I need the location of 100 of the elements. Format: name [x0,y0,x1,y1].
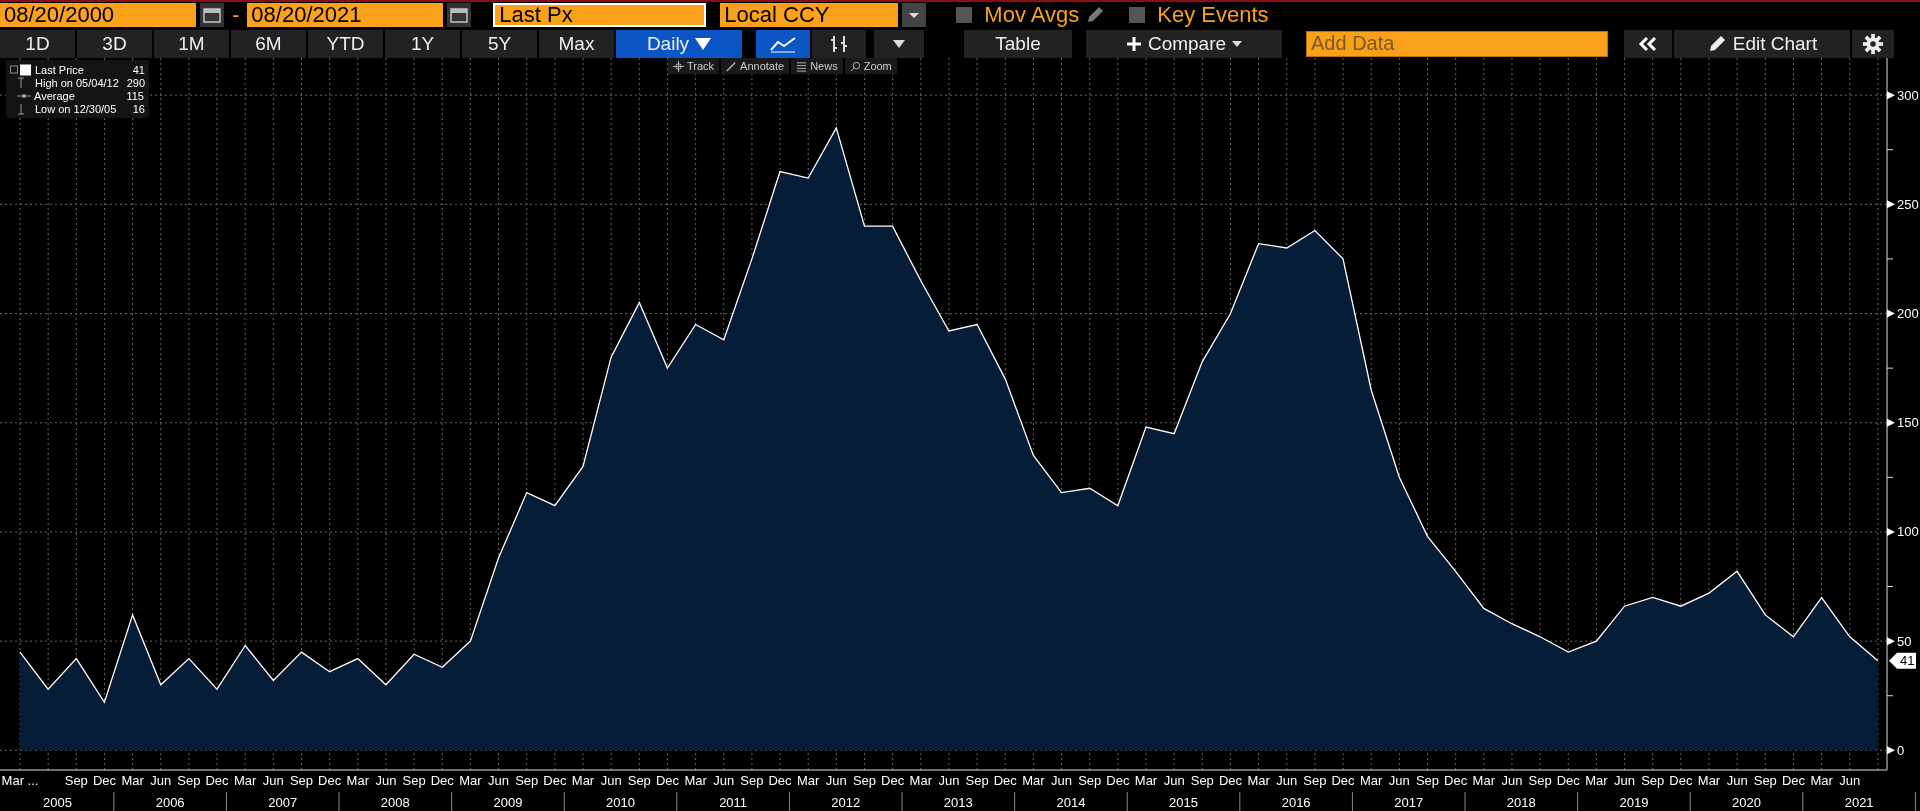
axis-label: Mar [1247,773,1270,788]
add-data-field[interactable]: Add Data [1306,30,1608,57]
axis-label: 2020 [1732,795,1761,810]
axis-label: 100 [1887,524,1919,540]
axis-label: Mar [121,773,144,788]
axis-label: 2019 [1619,795,1649,810]
axis-label: Dec [881,773,905,788]
period-button[interactable]: YTD [308,29,383,58]
axis-label: Jun [375,773,397,788]
y-tick-label: 50 [1897,633,1912,649]
axis-label: 2006 [155,795,185,810]
axis-label: Jun [1051,773,1073,788]
period-button[interactable]: 1D [0,29,75,58]
checkbox[interactable] [1129,7,1146,23]
axis-label: Mar [571,773,595,788]
axis-label: Mar [1810,773,1833,788]
axis-label: Jun [488,773,510,788]
settings-button[interactable] [1852,29,1894,58]
axis-label: 2015 [1169,795,1198,810]
calendar-icon[interactable] [200,3,224,27]
period-button[interactable]: 6M [231,29,306,58]
pencil-icon[interactable] [1085,5,1106,25]
chart-tool-button[interactable]: News [791,58,843,74]
axis-label: 2008 [380,795,410,810]
date-separator: - [232,2,240,28]
frequency-dropdown[interactable]: Daily [616,29,742,58]
axis-label: 50 [1887,633,1912,649]
axis-label: 2013 [943,795,973,810]
axis-label: Dec [1669,773,1693,788]
list-icon [796,60,808,72]
y-tick-label: 200 [1897,306,1919,322]
axis-label: Dec [205,773,229,788]
axis-label: Sep [515,773,539,788]
edit-chart-button[interactable]: Edit Chart [1674,29,1850,58]
axis-label: Sep [1190,773,1214,788]
double-chevron-icon [1637,35,1659,52]
axis-label: Jun [1276,773,1298,788]
axis-label: Mar [909,773,932,788]
compare-button[interactable]: Compare [1086,29,1282,58]
period-button[interactable]: 5Y [462,29,537,58]
axis-label: Sep [289,773,314,788]
axis-label: Sep [1415,773,1440,788]
axis-label: Dec [92,773,116,788]
axis-label: Jun [825,773,847,788]
period-button[interactable]: 1Y [385,29,460,58]
axis-label: 2016 [1281,795,1311,810]
axis-label: Mar [1360,773,1383,788]
axis-label: 2009 [493,795,523,810]
axis-label: 2005 [43,795,72,810]
checkbox[interactable] [956,7,973,23]
axis-label: Mar [1134,773,1158,788]
axis-label: 2014 [1056,795,1086,810]
currency-dropdown[interactable]: Local CCY [720,3,899,27]
axis-label: Jun [262,773,284,788]
caret-icon [695,37,712,50]
axis-label: Mar [1472,773,1495,788]
field-selector[interactable]: Last Px [493,3,707,27]
y-tick-label: 250 [1897,196,1919,212]
y-tick-label: 100 [1897,524,1919,540]
axis-label: 2017 [1394,795,1424,810]
chart-tool-button[interactable]: Track [668,58,720,74]
period-button[interactable]: 1M [154,29,229,58]
axis-label: Jun [600,773,622,788]
end-date-field[interactable]: 08/20/2021 [247,3,444,27]
caret-icon [893,39,905,48]
chart-tool-button[interactable]: Zoom [844,58,897,74]
axis-label: Jun [938,773,960,788]
axis-label: 250 [1887,196,1919,212]
start-date-field[interactable]: 08/20/2000 [0,3,196,27]
axis-label: 2010 [606,795,635,810]
axis-label: 300 [1887,87,1919,103]
axis-label: Jun [1388,773,1410,788]
y-tick-label: 0 [1897,742,1905,758]
period-button[interactable]: 3D [77,29,152,58]
axis-label: Sep [852,773,877,788]
chart-type-dropdown[interactable] [874,29,924,58]
axis-label: Dec [318,773,342,788]
toggle-label[interactable]: Mov Avgs [984,2,1080,28]
price-tag: 41 [1889,652,1916,669]
calendar-icon[interactable] [447,3,472,27]
candlestick-button[interactable] [812,29,866,58]
legend-value: 290 [125,76,145,89]
line-chart-button[interactable] [756,29,810,58]
chart-tool-button[interactable]: Annotate [721,58,790,74]
axis-label: Mar [797,773,820,788]
legend-label: Low on 12/30/05 [35,102,118,115]
axis-label: Sep [1528,773,1552,788]
axis-label: Sep [402,773,426,788]
axis-label: Dec [1106,773,1130,788]
toggle-label[interactable]: Key Events [1157,2,1269,28]
legend-label: Last Price [35,63,85,76]
table-button[interactable]: Table [964,29,1072,58]
axis-label: 200 [1887,306,1919,322]
dropdown-caret-icon[interactable] [902,3,927,27]
axis-label: 2012 [831,795,861,810]
collapse-button[interactable] [1624,29,1672,58]
axis-label: Jun [1726,773,1748,788]
high-marker-icon [17,76,25,89]
period-button[interactable]: Max [539,29,614,58]
axis-label: 2011 [719,795,748,810]
